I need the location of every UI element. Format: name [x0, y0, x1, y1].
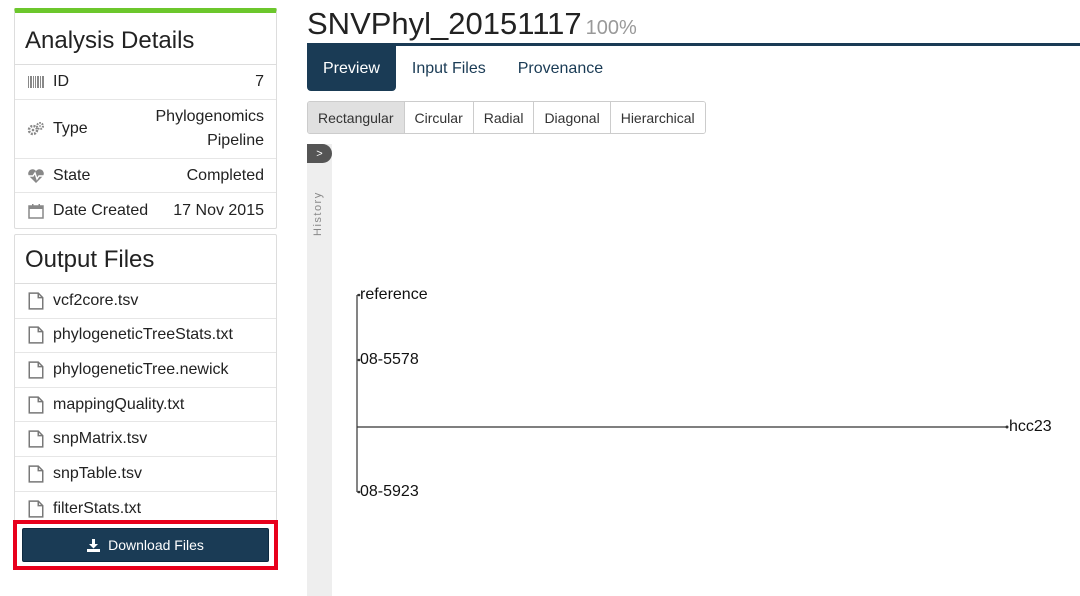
gears-icon [27, 120, 45, 138]
file-item-phylogenetic-tree-newick[interactable]: phylogeneticTree.newick [15, 353, 276, 388]
file-item-mapping-quality[interactable]: mappingQuality.txt [15, 388, 276, 423]
tab-provenance[interactable]: Provenance [502, 46, 619, 91]
file-icon [28, 500, 44, 518]
file-name: filterStats.txt [53, 499, 142, 517]
analysis-name: SNVPhyl_20151117 [307, 6, 582, 41]
file-icon [28, 430, 44, 448]
file-name: phylogeneticTree.newick [53, 360, 229, 378]
detail-label-date-created: Date Created [53, 201, 149, 219]
leaf-label-08-5923: 08-5923 [360, 483, 419, 500]
file-item-snp-matrix[interactable]: snpMatrix.tsv [15, 422, 276, 457]
calendar-icon [27, 202, 45, 220]
history-toggle-button[interactable]: > [307, 144, 332, 163]
file-item-phylogenetic-tree-stats[interactable]: phylogeneticTreeStats.txt [15, 319, 276, 354]
detail-row-state: State Completed [15, 159, 276, 193]
layout-hierarchical-button[interactable]: Hierarchical [610, 102, 705, 133]
file-name: snpTable.tsv [53, 464, 142, 482]
leaf-label-hcc23: hcc23 [1009, 418, 1052, 435]
layout-radial-button[interactable]: Radial [473, 102, 535, 133]
layout-rectangular-button[interactable]: Rectangular [308, 102, 405, 133]
analysis-details-title: Analysis Details [15, 13, 276, 65]
file-item-snp-table[interactable]: snpTable.tsv [15, 457, 276, 492]
detail-label-state: State [53, 166, 91, 184]
tab-preview[interactable]: Preview [307, 46, 396, 91]
file-item-vcf2core[interactable]: vcf2core.tsv [15, 284, 276, 319]
tab-input-files[interactable]: Input Files [396, 46, 502, 91]
phylogenetic-tree: reference 08-5578 hcc23 08-5923 [340, 270, 1080, 520]
tab-bar: Preview Input Files Provenance [307, 46, 619, 91]
file-name: phylogeneticTreeStats.txt [53, 326, 233, 344]
leaf-label-reference: reference [360, 286, 428, 303]
detail-value-state: Completed [186, 166, 264, 184]
leaf-label-08-5578: 08-5578 [360, 351, 419, 368]
page-title: SNVPhyl_20151117 100% [307, 6, 637, 42]
detail-value-type: Phylogenomics Pipeline [155, 108, 265, 149]
tree-layout-group: Rectangular Circular Radial Diagonal Hie… [307, 101, 706, 134]
download-files-label: Download Files [108, 537, 204, 553]
file-icon [28, 292, 44, 310]
output-files-title: Output Files [15, 235, 276, 284]
output-files-panel: Output Files vcf2core.tsv phylogeneticTr… [14, 234, 277, 528]
download-highlight: Download Files [13, 520, 278, 570]
file-icon [28, 465, 44, 483]
detail-row-type: Type Phylogenomics Pipeline [15, 100, 276, 159]
detail-row-id: ID 7 [15, 65, 276, 100]
detail-label-type: Type [53, 120, 88, 137]
barcode-icon [27, 73, 45, 91]
analysis-details-panel: Analysis Details ID 7 Type Phylogenomics… [14, 8, 277, 229]
download-files-button[interactable]: Download Files [22, 528, 269, 562]
file-icon [28, 361, 44, 379]
file-name: mappingQuality.txt [53, 395, 185, 413]
file-name: snpMatrix.tsv [53, 430, 148, 448]
tree-branches [356, 293, 1009, 494]
history-label: History [312, 191, 324, 236]
layout-circular-button[interactable]: Circular [404, 102, 474, 133]
progress-percent: 100% [585, 17, 637, 39]
file-icon [28, 326, 44, 344]
file-icon [28, 395, 44, 414]
detail-row-date-created: Date Created 17 Nov 2015 [15, 193, 276, 228]
heartbeat-icon [27, 167, 45, 185]
download-icon [87, 538, 101, 552]
detail-value-id: 7 [255, 73, 264, 90]
file-name: vcf2core.tsv [53, 291, 139, 309]
layout-diagonal-button[interactable]: Diagonal [534, 102, 611, 133]
detail-label-id: ID [53, 73, 69, 90]
detail-value-date-created: 17 Nov 2015 [173, 201, 264, 219]
